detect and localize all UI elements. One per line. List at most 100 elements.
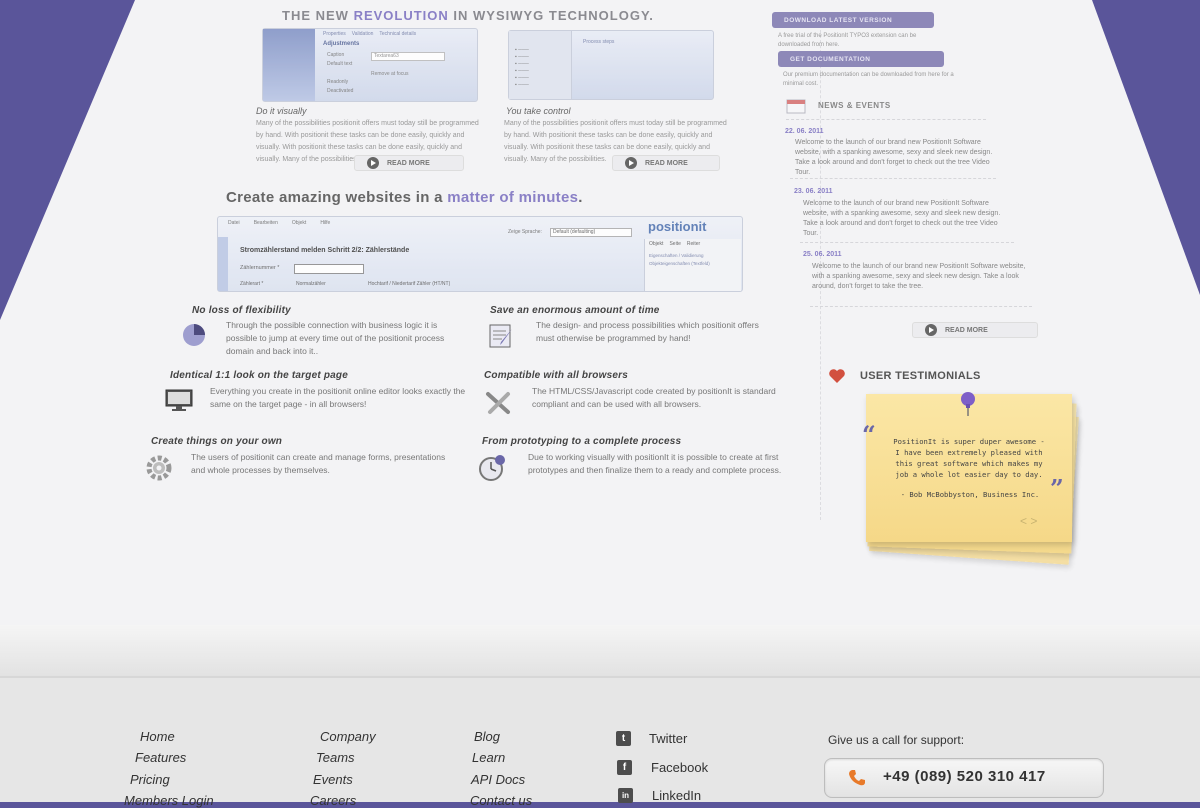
footer-link-learn[interactable]: Learn [472, 750, 505, 765]
footer-link-api-docs[interactable]: API Docs [471, 772, 525, 787]
menu-item: Hilfe [320, 220, 331, 226]
hero-title: THE NEW REVOLUTION IN WYSIWYG TECHNOLOGY… [282, 8, 654, 23]
news-date: 25. 06. 2011 [803, 251, 842, 258]
screenshot-section: Adjustments [323, 41, 360, 47]
side-tab: Seite [669, 241, 681, 247]
support-phone-number: +49 (089) 520 310 417 [883, 768, 1046, 785]
read-more-label: READ MORE [945, 326, 988, 334]
social-linkedin[interactable]: in LinkedIn [618, 788, 701, 803]
feature-item: No loss of flexibility Through the possi… [183, 305, 468, 358]
open-quote-icon: “ [862, 420, 876, 449]
brand-logo: positionit [648, 219, 707, 234]
editor-screenshot-2: ▪ ─── ▪ ─── ▪ ─── ▪ ─── ▪ ─── ▪ ─── Process s… [508, 30, 714, 100]
play-icon [925, 324, 937, 336]
card-caption: You take control [506, 106, 571, 116]
side-row: Eigenschaften / Validierung [649, 253, 704, 258]
screenshot-panel-title: Process steps [583, 39, 615, 45]
card-caption: Do it visually [256, 106, 307, 116]
read-more-label: READ MORE [387, 159, 430, 167]
read-more-label: READ MORE [645, 159, 688, 167]
play-icon [625, 157, 637, 169]
news-text[interactable]: Welcome to the launch of our brand new P… [812, 262, 1028, 292]
language-label: Zeige Sprache: [508, 229, 542, 235]
divider [786, 119, 986, 120]
feature-title: From prototyping to a complete process [482, 436, 682, 447]
screenshot-field: Textarea63 [371, 52, 445, 61]
news-read-more-button[interactable]: READ MORE [912, 322, 1038, 338]
menu-item: Datei [228, 220, 240, 226]
feature-item: Save an enormous amount of time The desi… [486, 305, 776, 348]
news-text[interactable]: Welcome to the launch of our brand new P… [795, 138, 995, 178]
footer-link-company[interactable]: Company [320, 729, 376, 744]
footer-link-careers[interactable]: Careers [310, 793, 356, 808]
screenshot-tab: Technical details [379, 31, 417, 37]
form-editor-screenshot: Datei Bearbeiten Objekt Hilfe Zeige Spra… [217, 216, 743, 292]
pushpin-icon [956, 390, 980, 418]
phone-icon [847, 768, 867, 788]
footer-link-features[interactable]: Features [135, 750, 186, 765]
side-tab: Reiter [686, 241, 701, 247]
calendar-icon [786, 98, 806, 114]
divider [790, 178, 996, 179]
radio-option: Hochtarif / Niedertarif Zähler (HT/NT) [368, 281, 451, 287]
language-select: Default (defaulting) [550, 228, 632, 237]
pie-chart-icon [180, 323, 208, 347]
screenshot-checkbox-label: Remove at focus [371, 71, 409, 77]
editor-screenshot-1: Properties Validation Technical details … [262, 28, 478, 102]
social-label: Facebook [651, 760, 709, 775]
footer-link-events[interactable]: Events [313, 772, 353, 787]
feature-item: Identical 1:1 look on the target page Ev… [165, 370, 470, 411]
tools-icon [484, 390, 514, 416]
screenshot-row: Readonly [327, 79, 349, 85]
news-text[interactable]: Welcome to the launch of our brand new P… [803, 199, 1011, 239]
feature-title: Save an enormous amount of time [490, 305, 660, 316]
footer-band [0, 625, 1200, 677]
support-label: Give us a call for support: [828, 733, 965, 747]
social-facebook[interactable]: f Facebook [617, 760, 708, 775]
screenshot-row: Caption [327, 52, 345, 58]
prev-arrow-icon[interactable]: < [1020, 514, 1027, 528]
form-title: Stromzählerstand melden Schritt 2/2: Zäh… [240, 247, 410, 254]
documentation-button[interactable]: GET DOCUMENTATION [778, 51, 944, 67]
footer-link-members-login[interactable]: Members Login [124, 793, 214, 808]
next-arrow-icon[interactable]: > [1030, 514, 1037, 528]
gear-icon [145, 454, 173, 482]
footer-link-home[interactable]: Home [140, 729, 175, 744]
feature-text: Due to working visually with positionIt … [528, 452, 782, 475]
screenshot-row: Deactivated [327, 88, 354, 94]
heart-icon [828, 368, 846, 384]
footer-link-blog[interactable]: Blog [474, 729, 500, 744]
footer-link-teams[interactable]: Teams [316, 750, 355, 765]
feature-title: Identical 1:1 look on the target page [170, 370, 348, 381]
support-phone-box[interactable]: +49 (089) 520 310 417 [824, 758, 1104, 798]
feature-text: The users of positionit can create and m… [191, 452, 446, 475]
feature-item: Create things on your own The users of p… [146, 436, 461, 481]
play-icon [367, 157, 379, 169]
read-more-button[interactable]: READ MORE [612, 155, 720, 171]
feature-title: No loss of flexibility [192, 305, 291, 316]
read-more-button[interactable]: READ MORE [354, 155, 464, 171]
menu-item: Objekt [291, 220, 307, 226]
news-date: 22. 06. 2011 [785, 128, 824, 135]
social-twitter[interactable]: t Twitter [616, 731, 687, 746]
social-label: LinkedIn [652, 788, 702, 803]
news-title: NEWS & EVENTS [818, 101, 891, 110]
news-date: 23. 06. 2011 [794, 188, 833, 195]
testimonial-author: - Bob McBobbyston, Business Inc. [900, 490, 1040, 499]
testimonial-text: PositionIt is super duper awesome - I ha… [893, 437, 1045, 479]
feature-item: From prototyping to a complete process D… [479, 436, 782, 481]
monitor-icon [164, 388, 194, 412]
feature-text: Through the possible connection with bus… [226, 320, 445, 356]
feature-title: Compatible with all browsers [484, 370, 628, 381]
form-field-label: Zählerart * [240, 281, 264, 287]
divider [800, 242, 1014, 243]
download-button[interactable]: DOWNLOAD LATEST VERSION [772, 12, 934, 28]
footer-link-contact-us[interactable]: Contact us [470, 793, 532, 808]
clock-icon [478, 454, 508, 482]
divider [810, 306, 1032, 307]
footer-link-pricing[interactable]: Pricing [130, 772, 170, 787]
feature-item: Compatible with all browsers The HTML/CS… [484, 370, 784, 414]
facebook-icon: f [617, 760, 632, 775]
feature-text: Everything you create in the positionit … [210, 386, 466, 409]
form-field-input [294, 264, 364, 274]
